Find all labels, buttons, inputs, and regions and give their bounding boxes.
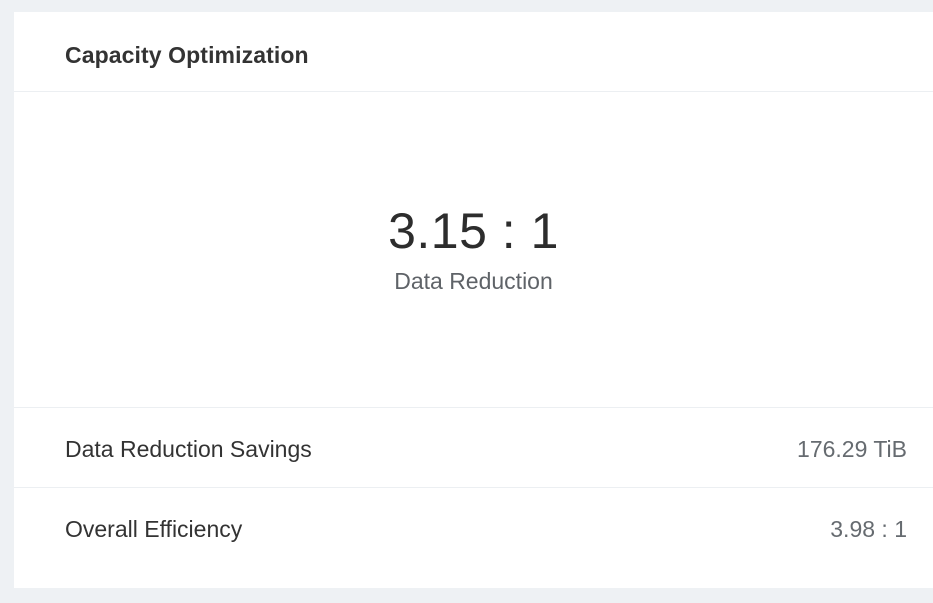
card-header: Capacity Optimization	[14, 12, 933, 92]
data-reduction-ratio: 3.15 : 1	[388, 203, 559, 259]
metric-row-data-reduction-savings: Data Reduction Savings 176.29 TiB	[14, 408, 933, 488]
metric-label: Overall Efficiency	[65, 516, 243, 542]
metric-row-overall-efficiency: Overall Efficiency 3.98 : 1	[14, 488, 933, 568]
capacity-optimization-card: Capacity Optimization 3.15 : 1 Data Redu…	[14, 12, 933, 588]
card-title: Capacity Optimization	[65, 42, 309, 68]
data-reduction-label: Data Reduction	[394, 268, 553, 294]
metric-value: 3.98 : 1	[830, 516, 907, 542]
metric-value: 176.29 TiB	[797, 436, 907, 462]
data-reduction-summary: 3.15 : 1 Data Reduction	[14, 92, 933, 408]
metric-label: Data Reduction Savings	[65, 436, 312, 462]
page-background: Capacity Optimization 3.15 : 1 Data Redu…	[0, 0, 933, 603]
